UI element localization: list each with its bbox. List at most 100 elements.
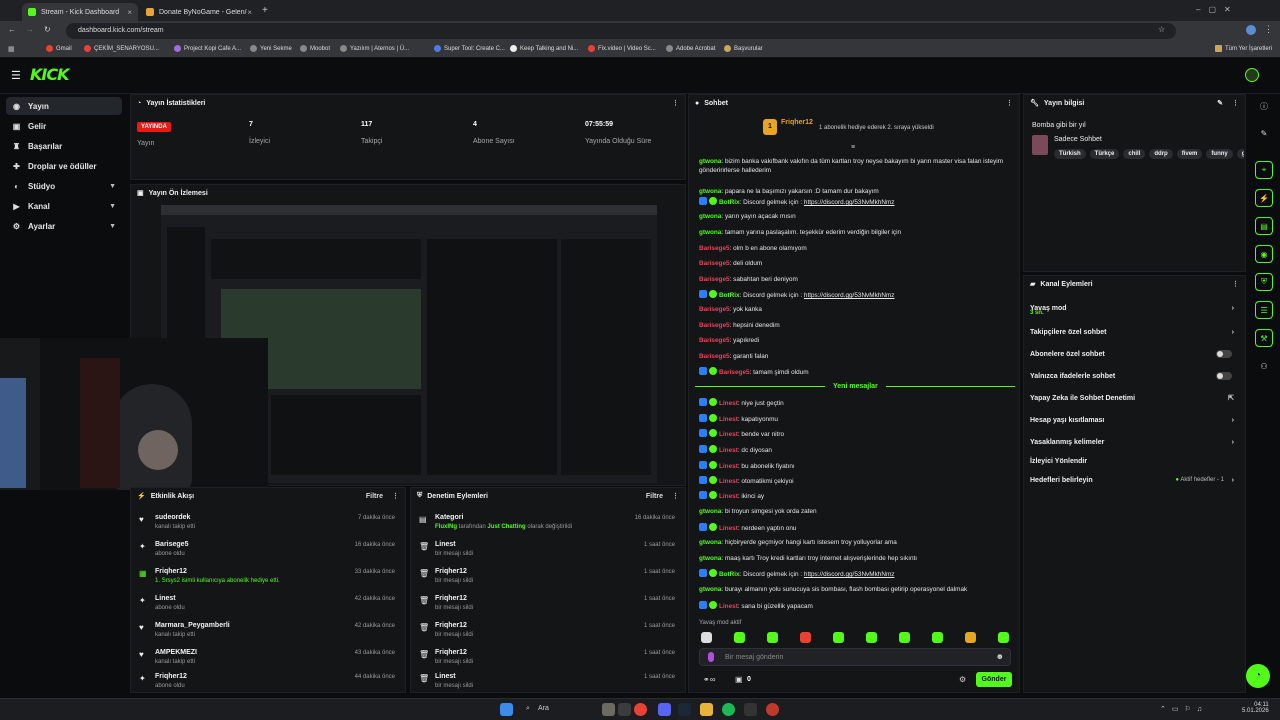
- window-controls[interactable]: –▢✕: [1196, 5, 1239, 14]
- kick-logo[interactable]: KICK: [30, 65, 69, 84]
- sidebar-item-studyo[interactable]: ◐ Stüdyo ▼: [6, 177, 122, 195]
- chat-username[interactable]: Barisege5: [699, 276, 730, 283]
- action-ai-moderation[interactable]: Yapay Zeka ile Sohbet Denetimi ⇱: [1030, 390, 1238, 406]
- chat-icon[interactable]: ◉: [1255, 245, 1273, 263]
- bookmark-all[interactable]: Tüm Yer İşaretleri: [1215, 45, 1272, 52]
- back-icon[interactable]: ←: [8, 25, 16, 34]
- emote-icon[interactable]: [833, 632, 844, 643]
- list-icon[interactable]: ☰: [1255, 301, 1273, 319]
- more-options-icon[interactable]: ⋮: [1006, 99, 1013, 107]
- chat-username[interactable]: Barisege5: [699, 353, 730, 360]
- emote-icon[interactable]: [767, 632, 778, 643]
- edit-icon[interactable]: ✎: [1217, 99, 1223, 107]
- taskbar-search-text[interactable]: Ara: [538, 705, 549, 712]
- sidebar-item-kanal[interactable]: ▶ Kanal ▼: [6, 197, 122, 215]
- steam-icon[interactable]: [678, 703, 691, 716]
- sidebar-item-droplar[interactable]: ✚ Droplar ve ödüller: [6, 157, 122, 175]
- obs-icon[interactable]: [744, 703, 757, 716]
- activity-username[interactable]: Friqher12: [155, 568, 187, 575]
- info-icon[interactable]: ⓘ: [1255, 97, 1273, 115]
- activity-username[interactable]: Barisege5: [155, 541, 188, 548]
- chat-username[interactable]: gtwona: [699, 188, 721, 195]
- apps-grid-icon[interactable]: ▦: [8, 45, 15, 53]
- chat-username[interactable]: Linest: [719, 447, 738, 454]
- emote-only-toggle[interactable]: [1216, 372, 1232, 380]
- bookmark-star-icon[interactable]: ☆: [1158, 25, 1165, 34]
- tag-chip[interactable]: ddrp: [1149, 149, 1173, 159]
- chat-username[interactable]: Barisege5: [719, 369, 750, 376]
- bookmark-item[interactable]: Moobot: [300, 45, 330, 52]
- moderation-title[interactable]: Linest: [435, 673, 456, 680]
- moderation-title[interactable]: Friqher12: [435, 622, 467, 629]
- chat-username[interactable]: Barisege5: [699, 306, 730, 313]
- action-slow-mode[interactable]: Yavaş mod ›: [1030, 300, 1238, 316]
- moderation-title[interactable]: Linest: [435, 541, 456, 548]
- tag-chip[interactable]: funny: [1206, 149, 1233, 159]
- tag-chip[interactable]: gar: [1236, 149, 1244, 159]
- chat-username[interactable]: BotRix: [719, 571, 740, 578]
- action-raid[interactable]: İzleyici Yönlendir: [1030, 453, 1238, 469]
- emoji-icon[interactable]: ☻: [996, 652, 1004, 661]
- chat-link[interactable]: https://discord.gg/53NvMkhNmz: [804, 571, 895, 578]
- bookmark-item[interactable]: Adobe Acrobat: [666, 45, 715, 52]
- url-field[interactable]: dashboard.kick.com/stream: [66, 23, 1176, 39]
- emote-icon[interactable]: [932, 632, 943, 643]
- tag-chip[interactable]: fivem: [1176, 149, 1203, 159]
- chat-username[interactable]: Linest: [719, 525, 738, 532]
- chat-username[interactable]: gtwona: [699, 555, 721, 562]
- moderation-title[interactable]: Friqher12: [435, 649, 467, 656]
- emote-icon[interactable]: [734, 632, 745, 643]
- chat-username[interactable]: gtwona: [699, 213, 721, 220]
- system-tray-icons[interactable]: ⌃▭⚐♫: [1160, 705, 1208, 713]
- emote-icon[interactable]: [965, 632, 976, 643]
- chat-username[interactable]: gtwona: [699, 158, 721, 165]
- task-view-icon[interactable]: [618, 703, 631, 716]
- activity-username[interactable]: sudeordek: [155, 514, 190, 521]
- emote-icon[interactable]: [701, 632, 712, 643]
- activity-username[interactable]: Friqher12: [155, 673, 187, 680]
- close-icon[interactable]: ×: [127, 8, 132, 17]
- users-icon[interactable]: ⚇: [1255, 357, 1273, 375]
- moderator-name[interactable]: FluxINg: [435, 524, 457, 530]
- action-account-age[interactable]: Hesap yaşı kısıtlaması ›: [1030, 412, 1238, 428]
- chat-username[interactable]: gtwona: [699, 508, 721, 515]
- chat-username[interactable]: gtwona: [699, 229, 721, 236]
- target-icon[interactable]: ⌖: [1255, 161, 1273, 179]
- tag-chip[interactable]: Türkçe: [1089, 149, 1120, 159]
- chat-username[interactable]: Barisege5: [699, 337, 730, 344]
- browser-tab-donate[interactable]: Donate ByNoGame - Gelen/Gid ×: [140, 3, 258, 21]
- new-tab-icon[interactable]: +: [262, 5, 268, 16]
- chat-link[interactable]: https://discord.gg/53NvMkhNmz: [804, 292, 895, 299]
- app-icon[interactable]: [766, 703, 779, 716]
- sidebar-item-ayarlar[interactable]: ⚙ Ayarlar ▼: [6, 217, 122, 235]
- tag-chip[interactable]: Türkish: [1054, 149, 1086, 159]
- chrome-icon[interactable]: [634, 703, 647, 716]
- shield-icon[interactable]: ⛨: [1255, 273, 1273, 291]
- chat-username[interactable]: BotRix: [719, 199, 740, 206]
- profile-avatar[interactable]: [1246, 25, 1256, 35]
- bookmark-item[interactable]: Super Tool: Create C...: [434, 45, 505, 52]
- sidebar-item-basarilar[interactable]: ♜ Başarılar: [6, 137, 122, 155]
- emote-icon[interactable]: [899, 632, 910, 643]
- more-options-icon[interactable]: ⋮: [1232, 99, 1239, 107]
- emote-icon[interactable]: [800, 632, 811, 643]
- chat-username[interactable]: Barisege5: [699, 245, 730, 252]
- more-options-icon[interactable]: ⋮: [392, 492, 399, 500]
- hamburger-menu-icon[interactable]: ☰: [11, 69, 21, 82]
- activity-username[interactable]: AMPEKMEZI: [155, 649, 197, 656]
- discord-icon[interactable]: [658, 703, 671, 716]
- microphone-icon[interactable]: [708, 652, 714, 662]
- activity-username[interactable]: Marmara_Peygamberli: [155, 622, 230, 629]
- wrench-icon[interactable]: ⚒: [1255, 329, 1273, 347]
- action-followers-only[interactable]: Takipçilere özel sohbet ›: [1030, 324, 1238, 340]
- send-button[interactable]: Gönder: [976, 672, 1012, 687]
- close-icon[interactable]: ×: [247, 8, 252, 17]
- file-explorer-icon[interactable]: [700, 703, 713, 716]
- chat-username[interactable]: Linest: [719, 478, 738, 485]
- forward-icon[interactable]: →: [26, 25, 34, 34]
- collapse-pinned-icon[interactable]: ≡: [851, 144, 855, 151]
- action-goals[interactable]: Hedefleri belirleyin ● Aktif hedefler - 1…: [1030, 472, 1238, 488]
- bookmark-item[interactable]: Gmail: [46, 45, 72, 52]
- chat-username[interactable]: gtwona: [699, 586, 721, 593]
- chat-input[interactable]: Bir mesaj gönderin ☻: [699, 648, 1011, 666]
